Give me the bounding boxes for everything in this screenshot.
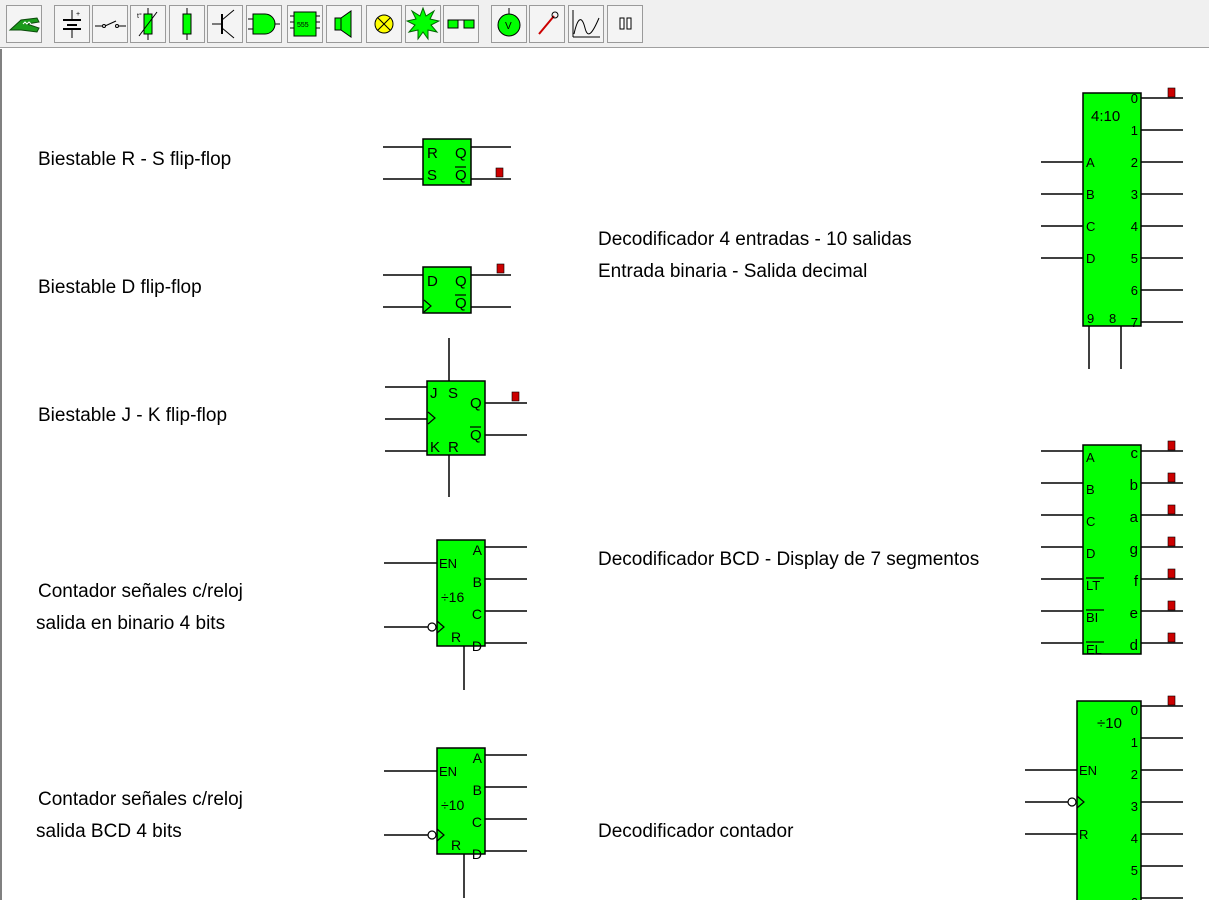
bcd-out-g: g	[1130, 541, 1138, 558]
decoder-counter-out-3: 3	[1131, 799, 1138, 814]
decoder-counter-pin-en: EN	[1079, 763, 1097, 778]
decoder-4-10-out-3: 3	[1131, 187, 1138, 202]
decoder-4-10-out-7: 7	[1131, 315, 1138, 330]
counter10-pin-b: B	[473, 782, 482, 798]
decoder-4-10-pin-8: 8	[1109, 311, 1116, 326]
inverter-bubble	[427, 830, 437, 840]
inverter-bubble	[427, 622, 437, 632]
inverter-bubble	[1067, 797, 1077, 807]
jk-pin-j: J	[430, 385, 438, 402]
bcd-out-d: d	[1130, 637, 1138, 654]
counter16-pin-en: EN	[439, 556, 457, 571]
decoder-counter-out-6: 6	[1131, 895, 1138, 900]
counter10-divider-label: ÷10	[441, 797, 464, 813]
decoder-4-10-indicator	[1167, 87, 1176, 98]
bcd-pin-c: C	[1086, 514, 1095, 529]
decoder-4-10-pin-d: D	[1086, 251, 1095, 266]
decoder-4-10-out-1: 1	[1131, 123, 1138, 138]
rs-pin-s: S	[427, 167, 437, 184]
decoder-4-10-pin-c: C	[1086, 219, 1095, 234]
jk-pin-r: R	[448, 439, 459, 456]
jk-pin-s: S	[448, 385, 458, 402]
rs-pin-q: Q	[455, 145, 467, 162]
counter10-pin-d: D	[472, 846, 482, 862]
rs-pin-r: R	[427, 145, 438, 162]
bcd-indicator-d	[1167, 632, 1176, 643]
decoder-4-10-out-2: 2	[1131, 155, 1138, 170]
decoder-counter-out-1: 1	[1131, 735, 1138, 750]
jk-pin-k: K	[430, 439, 440, 456]
decoder-4-10-out-0: 0	[1131, 91, 1138, 106]
counter16-divider-label: ÷16	[441, 589, 464, 605]
d-pin-q: Q	[455, 273, 467, 290]
bcd-out-e: e	[1130, 605, 1138, 622]
decoder-counter-out-5: 5	[1131, 863, 1138, 878]
decoder-counter-indicator	[1167, 695, 1176, 706]
decoder-4-10-pin-b: B	[1086, 187, 1095, 202]
d-output-indicator	[496, 263, 505, 274]
bcd-indicator-e	[1167, 600, 1176, 611]
counter16-pin-a: A	[473, 542, 483, 558]
counter16-pin-r: R	[451, 629, 461, 645]
decoder-4-10-out-6: 6	[1131, 283, 1138, 298]
bcd-pin-lt: LT	[1086, 578, 1100, 593]
d-pin-qn: Q	[455, 295, 467, 312]
jk-pin-q: Q	[470, 395, 482, 412]
decoder-4-10-title: 4:10	[1091, 108, 1120, 125]
bcd-out-c: c	[1131, 445, 1139, 462]
jk-pin-qn: Q	[470, 427, 482, 444]
bcd-out-a: a	[1130, 509, 1139, 526]
bcd-pin-el: EL	[1086, 642, 1102, 657]
counter10-pin-en: EN	[439, 764, 457, 779]
bcd-pin-bi: BI	[1086, 610, 1098, 625]
decoder-4-10-pin-a: A	[1086, 155, 1095, 170]
counter16-pin-d: D	[472, 638, 482, 654]
d-pin-d: D	[427, 273, 438, 290]
bcd-pin-b: B	[1086, 482, 1095, 497]
rs-output-indicator	[495, 167, 504, 178]
bcd-indicator-f	[1167, 568, 1176, 579]
decoder-4-10-out-4: 4	[1131, 219, 1138, 234]
bcd-indicator-a	[1167, 504, 1176, 515]
decoder-counter-pin-r: R	[1079, 827, 1088, 842]
bcd-indicator-b	[1167, 472, 1176, 483]
counter16-pin-c: C	[472, 606, 482, 622]
bcd-pin-a: A	[1086, 450, 1095, 465]
decoder-counter-out-2: 2	[1131, 767, 1138, 782]
bcd-indicator-g	[1167, 536, 1176, 547]
decoder-4-10-pin-9: 9	[1087, 311, 1094, 326]
bcd-pin-d: D	[1086, 546, 1095, 561]
decoder-4-10-out-5: 5	[1131, 251, 1138, 266]
counter16-pin-b: B	[473, 574, 482, 590]
counter10-pin-a: A	[473, 750, 483, 766]
circuit-drawing: RSQQD QQJ SK RQQEN÷16RABCDEN÷10RABCD4:10ABC…	[383, 87, 1183, 900]
decoder-counter-out-0: 0	[1131, 703, 1138, 718]
rs-pin-qn: Q	[455, 167, 467, 184]
counter10-pin-r: R	[451, 837, 461, 853]
bcd-indicator-c	[1167, 440, 1176, 451]
counter10-pin-c: C	[472, 814, 482, 830]
bcd-out-b: b	[1130, 477, 1138, 494]
jk-output-indicator	[511, 391, 520, 402]
decoder-counter-title: ÷10	[1097, 715, 1122, 732]
decoder-counter-out-4: 4	[1131, 831, 1138, 846]
